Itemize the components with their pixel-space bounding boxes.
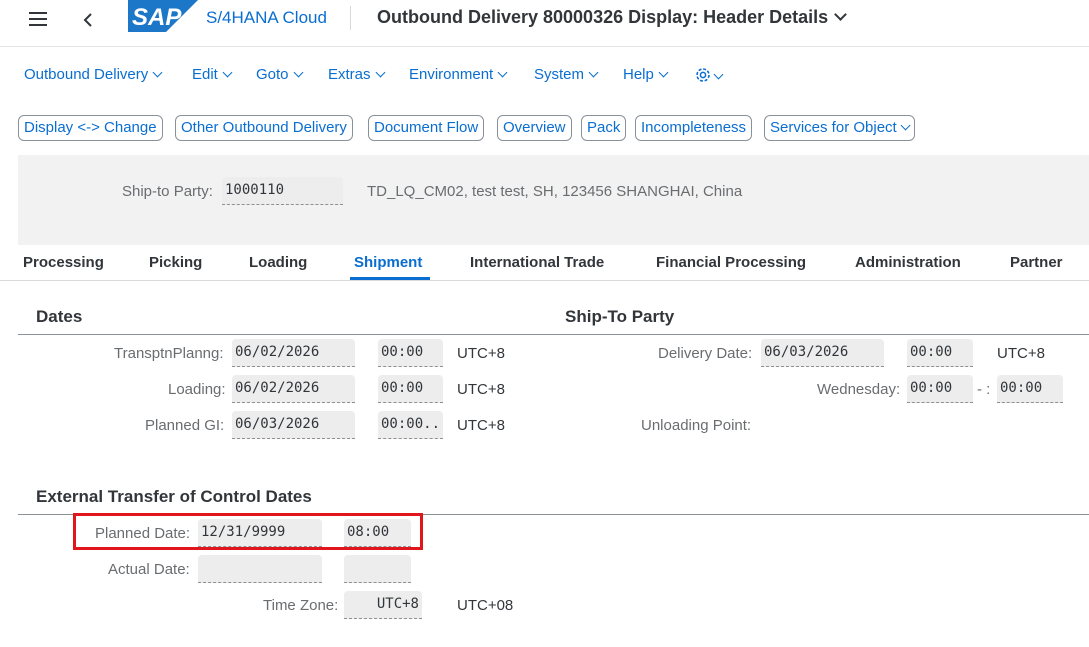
chevron-down-icon [375, 67, 385, 78]
tab-shipment[interactable]: Shipment [354, 254, 422, 271]
planned-gi-timezone: UTC+8 [457, 417, 505, 434]
pack-button[interactable]: Pack [581, 115, 627, 141]
weekday-label: Wednesday: [817, 381, 901, 398]
page-title[interactable]: Outbound Delivery 80000326 Display: Head… [377, 7, 848, 28]
weekday-separator: - : [977, 381, 991, 398]
transptn-planng-date-field[interactable]: 06/02/2026 [232, 339, 355, 367]
menu-label: Outbound Delivery [24, 66, 149, 83]
loading-timezone: UTC+8 [457, 381, 505, 398]
chevron-down-icon [152, 67, 163, 78]
shell-bar: SAP S/4HANA Cloud Outbound Delivery 8000… [0, 0, 1089, 38]
delivery-time-field[interactable]: 00:00 [907, 339, 973, 367]
ship-to-party-field[interactable]: 1000110 [222, 177, 343, 205]
menu-system[interactable]: System [534, 66, 599, 83]
menu-help[interactable]: Help [623, 66, 669, 83]
menu-label: Extras [328, 66, 371, 83]
delivery-timezone: UTC+8 [997, 345, 1045, 362]
button-label: Services for Object [770, 119, 897, 136]
ship-to-party-description: TD_LQ_CM02, test test, SH, 123456 SHANGH… [367, 183, 743, 200]
ship-to-party-section-title: Ship-To Party [565, 307, 675, 326]
chevron-down-icon [293, 67, 303, 78]
document-flow-button[interactable]: Document Flow [368, 115, 485, 141]
menu-label: System [534, 66, 585, 83]
tab-international-trade[interactable]: International Trade [470, 254, 604, 271]
chevron-down-icon [588, 67, 599, 78]
menu-label: Edit [192, 66, 218, 83]
overview-button[interactable]: Overview [497, 115, 572, 141]
tab-processing[interactable]: Processing [23, 254, 104, 271]
gear-icon [696, 68, 710, 82]
incompleteness-button[interactable]: Incompleteness [635, 115, 753, 141]
time-zone-label: Time Zone: [263, 597, 339, 614]
product-name: S/4HANA Cloud [206, 8, 327, 27]
transfer-section-title: External Transfer of Control Dates [36, 487, 312, 506]
menu-label: Help [623, 66, 654, 83]
loading-label: Loading: [168, 381, 226, 398]
chevron-down-icon [222, 67, 233, 78]
loading-date-field[interactable]: 06/02/2026 [232, 375, 355, 403]
section-divider [18, 334, 1089, 335]
tab-picking[interactable]: Picking [149, 254, 202, 271]
back-icon[interactable] [82, 13, 94, 27]
chevron-down-icon [497, 67, 508, 78]
chevron-down-icon [658, 67, 669, 78]
menu-label: Goto [256, 66, 289, 83]
chevron-down-icon [900, 120, 911, 131]
weekday-to-field[interactable]: 00:00 [997, 375, 1063, 403]
loading-time-field[interactable]: 00:00 [378, 375, 443, 403]
settings-menu[interactable] [694, 66, 724, 85]
planned-gi-date-field[interactable]: 06/03/2026 [232, 411, 355, 439]
ship-to-party-label: Ship-to Party: [122, 183, 213, 200]
delivery-date-label: Delivery Date: [658, 345, 753, 362]
transptn-planng-label: TransptnPlanng: [114, 345, 224, 362]
tab-financial-processing[interactable]: Financial Processing [656, 254, 806, 271]
actual-time-field[interactable] [344, 555, 411, 583]
other-outbound-delivery-button[interactable]: Other Outbound Delivery [175, 115, 353, 141]
page-title-text: Outbound Delivery 80000326 Display: Head… [377, 7, 829, 27]
actual-date-field[interactable] [198, 555, 322, 583]
unloading-point-label: Unloading Point: [641, 417, 752, 434]
dates-section-title: Dates [36, 307, 83, 326]
delivery-date-field[interactable]: 06/03/2026 [761, 339, 884, 367]
weekday-from-field[interactable]: 00:00 [907, 375, 973, 403]
planned-gi-label: Planned GI: [145, 417, 225, 434]
chevron-down-icon [713, 69, 724, 80]
transptn-planng-time-field[interactable]: 00:00 [378, 339, 443, 367]
menu-outbound-delivery[interactable]: Outbound Delivery [24, 66, 163, 83]
shell-separator [350, 6, 351, 30]
menu-icon[interactable] [29, 12, 47, 28]
tab-loading[interactable]: Loading [249, 254, 307, 271]
display-change-button[interactable]: Display <-> Change [18, 115, 163, 141]
planned-gi-time-field[interactable]: 00:00... [378, 411, 443, 439]
shell-divider [0, 46, 1089, 47]
menu-goto[interactable]: Goto [256, 66, 303, 83]
menu-edit[interactable]: Edit [192, 66, 233, 83]
transptn-planng-timezone: UTC+8 [457, 345, 505, 362]
time-zone-field[interactable]: UTC+8 [344, 591, 422, 619]
chevron-down-icon [834, 8, 848, 21]
services-for-object-button[interactable]: Services for Object [764, 115, 915, 141]
header-area [18, 155, 1089, 245]
actual-date-label: Actual Date: [108, 561, 190, 578]
time-zone-description: UTC+08 [457, 597, 514, 614]
tab-bar-border [0, 280, 1089, 281]
menu-extras[interactable]: Extras [328, 66, 385, 83]
highlight-box [73, 513, 423, 550]
menu-environment[interactable]: Environment [409, 66, 508, 83]
tab-administration[interactable]: Administration [855, 254, 961, 271]
tab-partner[interactable]: Partner [1010, 254, 1063, 271]
menu-label: Environment [409, 66, 494, 83]
svg-text:SAP: SAP [132, 4, 182, 31]
sap-logo[interactable]: SAP [128, 0, 198, 32]
